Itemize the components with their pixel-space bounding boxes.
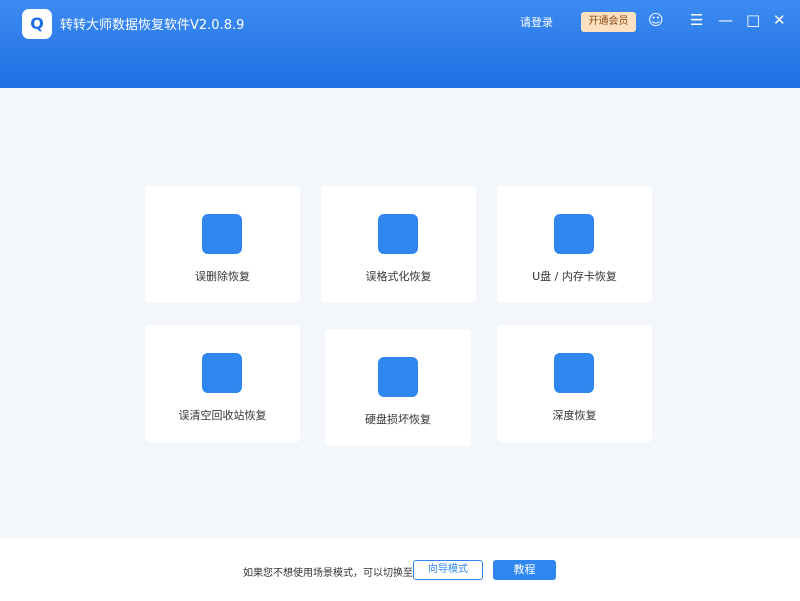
usb-icon (554, 214, 594, 254)
recycle-bin-icon (202, 353, 242, 393)
guide-mode-button[interactable]: 向导模式 (413, 560, 483, 580)
menu-icon[interactable]: ☰ (690, 11, 703, 29)
tutorial-button[interactable]: 教程 (493, 560, 556, 580)
disk-icon (378, 357, 418, 397)
minimize-icon[interactable]: — (718, 11, 733, 29)
login-link[interactable]: 请登录 (520, 14, 553, 30)
app-logo: Q (22, 9, 52, 39)
maximize-icon[interactable]: □ (746, 11, 760, 29)
card-format[interactable]: 误格式化恢复 (321, 186, 476, 303)
vip-button[interactable]: 开通会员 (581, 12, 636, 32)
card-deleted[interactable]: 误删除恢复 (145, 186, 300, 303)
card-deep[interactable]: 深度恢复 (497, 325, 652, 442)
card-recycle[interactable]: 误清空回收站恢复 (145, 325, 300, 442)
feedback-icon[interactable]: ☺ (648, 11, 664, 29)
app-title: 转转大师数据恢复软件V2.0.8.9 (60, 18, 245, 33)
close-icon[interactable]: ✕ (773, 11, 786, 29)
footer-text: 如果您不想使用场景模式，可以切换至 (243, 568, 413, 579)
header: Q 转转大师数据恢复软件V2.0.8.9 请登录 开通会员 ☺ ☰ — □ ✕ (0, 0, 800, 88)
folder-icon (202, 214, 242, 254)
search-icon (554, 353, 594, 393)
card-usb[interactable]: U盘 / 内存卡恢复 (497, 186, 652, 303)
format-icon (378, 214, 418, 254)
card-disk[interactable]: 硬盘损坏恢复 (325, 329, 471, 446)
